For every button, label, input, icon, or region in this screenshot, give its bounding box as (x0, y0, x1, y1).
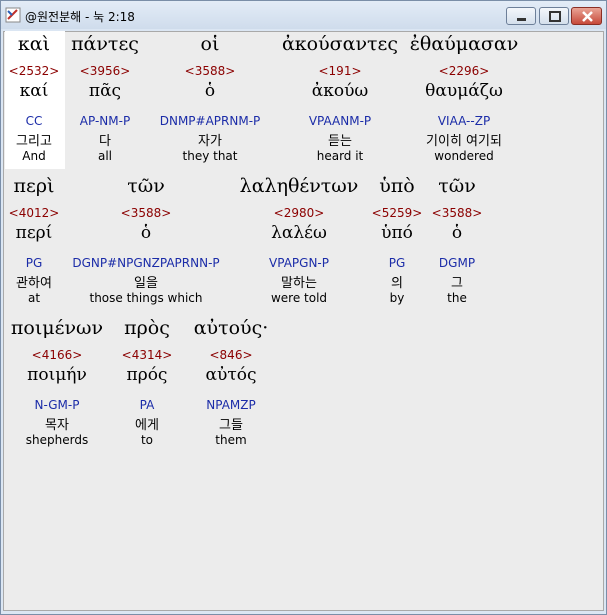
lemma: ἀκούω (311, 81, 369, 101)
strong-number[interactable]: <4166> (32, 348, 83, 362)
english-gloss: were told (270, 291, 328, 305)
parsing-code: DNMP#APRNM-P (159, 114, 261, 128)
greek-word: καὶ (17, 33, 51, 55)
greek-word: πρὸς (124, 317, 170, 339)
parsing-code: N-GM-P (34, 398, 80, 412)
greek-word: τῶν (127, 175, 165, 197)
strong-number[interactable]: <5259> (372, 206, 423, 220)
parsing-code: NPAMZP (206, 398, 256, 412)
window-title: @원전분해 - 눅 2:18 (25, 10, 135, 24)
parsing-code: DGNP#NPGNZPAPRNN-P (72, 256, 220, 270)
korean-gloss: 그 (451, 276, 463, 291)
english-gloss: at (27, 291, 41, 305)
app-window: @원전분해 - 눅 2:18 καὶ <2532> καί CC 그리고 And πάντε… (0, 0, 607, 615)
strong-number[interactable]: <846> (209, 348, 252, 362)
english-gloss: all (97, 149, 113, 163)
english-gloss: And (22, 149, 46, 163)
parsing-code: DGMP (438, 256, 476, 270)
greek-word: οἱ (200, 33, 220, 55)
strong-number[interactable]: <191> (318, 64, 361, 78)
korean-gloss: 듣는 (328, 134, 352, 149)
minimize-button[interactable] (506, 7, 536, 25)
greek-word: τῶν (438, 175, 476, 197)
english-gloss: wondered (434, 149, 494, 163)
greek-word: ἐθαύμασαν (409, 33, 519, 55)
lemma: αὐτός (205, 365, 257, 385)
greek-word: περὶ (13, 175, 55, 197)
strong-number[interactable]: <2980> (274, 206, 325, 220)
minimize-icon (517, 18, 526, 21)
english-gloss: them (215, 433, 247, 447)
close-button[interactable] (571, 7, 602, 25)
korean-gloss: 기이히 여기되 (426, 134, 502, 149)
parsing-code: PG (388, 256, 406, 270)
maximize-icon (549, 11, 561, 22)
strong-number[interactable]: <3588> (121, 206, 172, 220)
lemma: ὑπό (381, 223, 413, 243)
parsing-code: AP-NM-P (79, 114, 131, 128)
greek-word: ὑπὸ (379, 175, 415, 197)
korean-gloss: 그리고 (16, 134, 52, 149)
parsing-code: VIAA--ZP (437, 114, 491, 128)
strong-number[interactable]: <3588> (185, 64, 236, 78)
korean-gloss: 다 (99, 134, 111, 149)
lemma: λαλέω (271, 223, 327, 243)
lemma: καί (19, 81, 49, 101)
korean-gloss: 일을 (134, 276, 158, 291)
english-gloss: by (389, 291, 405, 305)
greek-word: ποιμένων (10, 317, 104, 339)
parsing-code: PG (25, 256, 43, 270)
parsing-code: VPAANM-P (308, 114, 372, 128)
lemma: πᾶς (88, 81, 122, 101)
greek-word: πάντες (71, 33, 139, 55)
parsing-code: CC (25, 114, 43, 128)
english-gloss: they that (182, 149, 238, 163)
korean-gloss: 자가 (198, 134, 222, 149)
english-gloss: shepherds (25, 433, 89, 447)
greek-word: ἀκούσαντες (281, 33, 399, 55)
korean-gloss: 그들 (219, 418, 243, 433)
lemma: ποιμήν (27, 365, 87, 385)
strong-number[interactable]: <3588> (432, 206, 483, 220)
close-icon (582, 11, 593, 22)
english-gloss: to (140, 433, 154, 447)
parsing-code: VPAPGN-P (269, 256, 329, 270)
app-icon (5, 7, 21, 23)
korean-gloss: 목자 (45, 418, 69, 433)
lemma: θαυμάζω (425, 81, 503, 101)
greek-word: λαληθέντων (239, 175, 359, 197)
maximize-button[interactable] (539, 7, 569, 25)
parsing-code: PA (139, 398, 155, 412)
strong-number[interactable]: <3956> (80, 64, 131, 78)
strong-number[interactable]: <4314> (122, 348, 173, 362)
strong-number[interactable]: <2296> (439, 64, 490, 78)
lemma: ὁ (451, 223, 463, 243)
english-gloss: those things which (89, 291, 203, 305)
english-gloss: heard it (316, 149, 364, 163)
strong-number[interactable]: <2532> (9, 64, 60, 78)
korean-gloss: 에게 (135, 418, 159, 433)
lemma: ὁ (140, 223, 152, 243)
korean-gloss: 관하여 (16, 276, 52, 291)
lemma: περί (15, 223, 53, 243)
korean-gloss: 의 (391, 276, 403, 291)
title-bar[interactable]: @원전분해 - 눅 2:18 (1, 1, 606, 29)
english-gloss: the (447, 291, 467, 305)
lemma: ὁ (204, 81, 216, 101)
korean-gloss: 말하는 (281, 276, 317, 291)
lemma: πρός (126, 365, 168, 385)
greek-word: αὐτούς· (193, 317, 269, 339)
strong-number[interactable]: <4012> (9, 206, 60, 220)
